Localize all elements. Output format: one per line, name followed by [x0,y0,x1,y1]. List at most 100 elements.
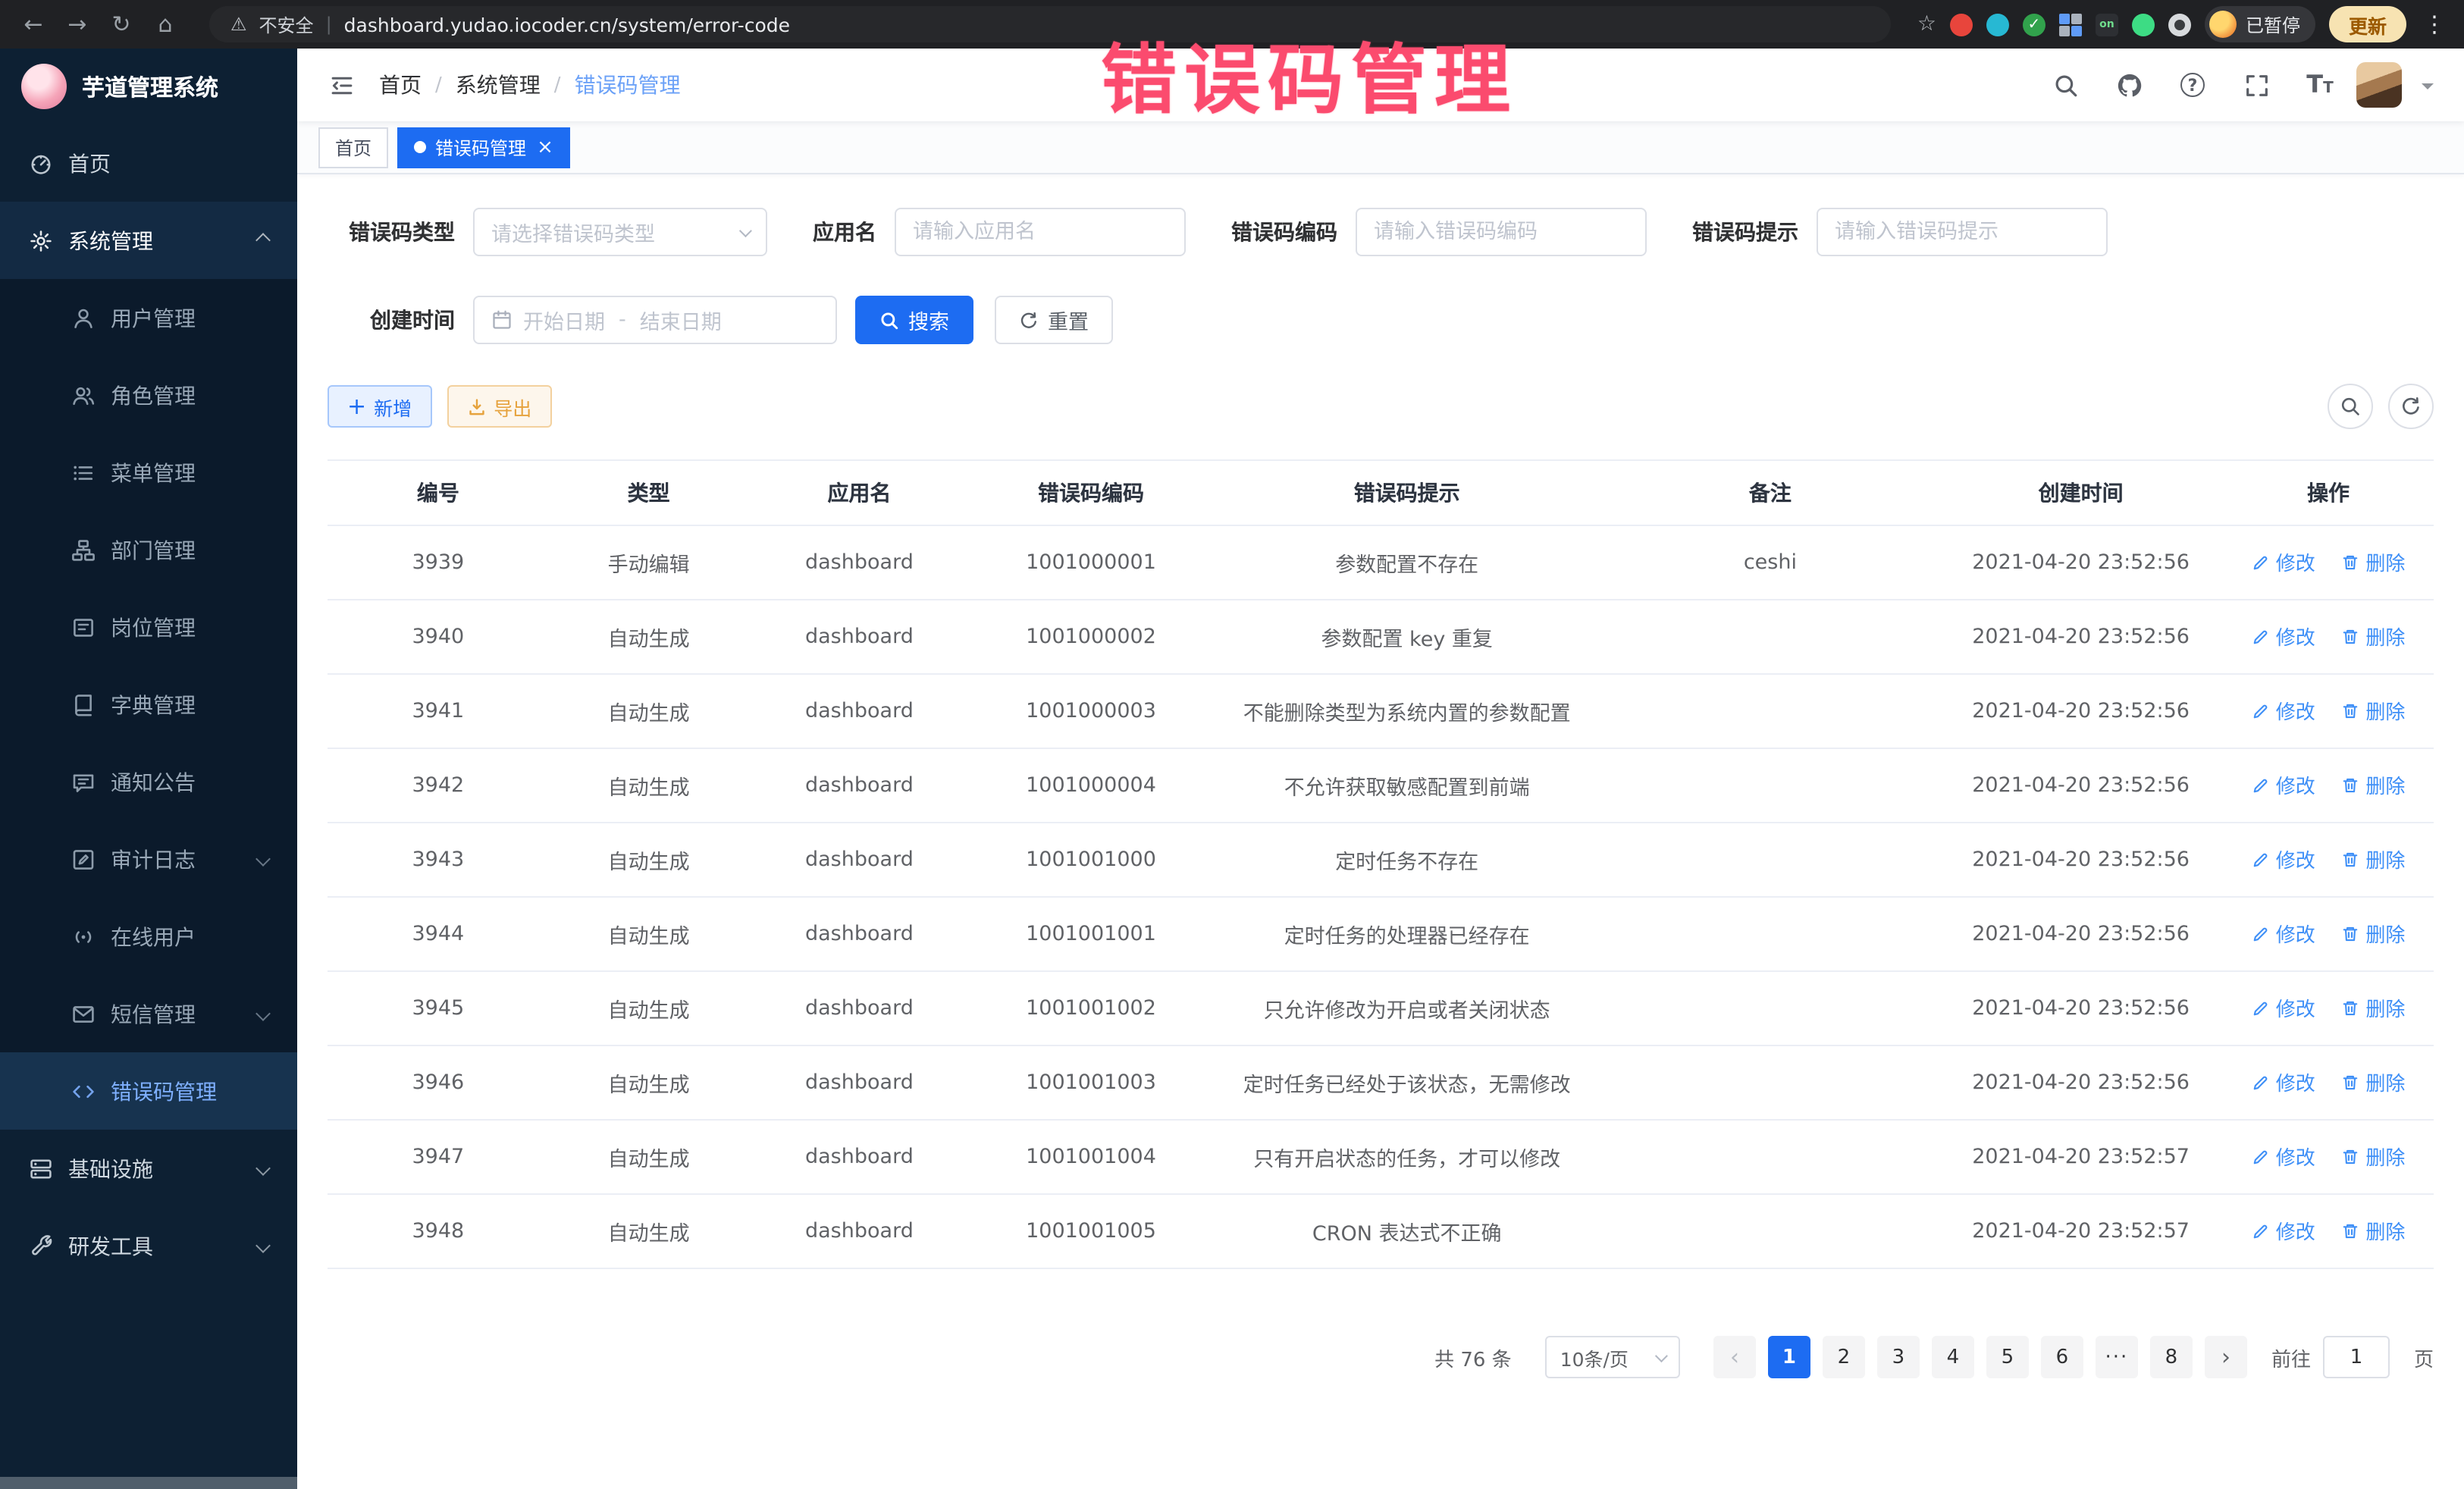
page-button[interactable]: 1 [1768,1336,1810,1378]
edit-link[interactable]: 修改 [2252,622,2315,651]
sidebar-item[interactable]: 首页 [0,124,297,202]
sidebar-item[interactable]: 字典管理 [0,666,297,743]
sidebar-item[interactable]: 通知公告 [0,743,297,820]
chevron-down-icon [739,224,752,237]
page-button[interactable]: ··· [2096,1336,2138,1378]
separator: | [326,14,332,35]
browser-menu-icon[interactable]: ⋮ [2423,11,2446,38]
sidebar-item[interactable]: 研发工具 [0,1207,297,1284]
sidebar-item[interactable]: 部门管理 [0,511,297,588]
edit-link[interactable]: 修改 [2252,845,2315,874]
calendar-icon [491,309,513,331]
browser-refresh-icon[interactable]: ↻ [106,8,136,41]
delete-link[interactable]: 删除 [2341,1217,2405,1246]
app-name-input[interactable] [895,208,1186,256]
sidebar-item[interactable]: 审计日志 [0,820,297,898]
sidebar-item[interactable]: 系统管理 [0,202,297,279]
delete-link[interactable]: 删除 [2341,697,2405,726]
sidebar-item[interactable]: 菜单管理 [0,434,297,511]
browser-profile-chip[interactable]: 已暂停 [2205,6,2315,42]
app-logo[interactable]: 芋道管理系统 [0,49,297,124]
sidebar-item[interactable]: 短信管理 [0,975,297,1052]
help-icon[interactable]: ? [2165,49,2220,121]
edit-link[interactable]: 修改 [2252,548,2315,577]
delete-link[interactable]: 删除 [2341,920,2405,948]
sidebar-item[interactable]: 在线用户 [0,898,297,975]
extension-icon-paw[interactable] [2168,13,2191,36]
view-tab[interactable]: 错误码管理 × [397,127,570,168]
delete-link[interactable]: 删除 [2341,1143,2405,1171]
browser-forward-icon[interactable]: → [62,8,92,41]
address-bar[interactable]: ⚠ 不安全 | dashboard.yudao.iocoder.cn/syste… [209,6,1892,42]
browser-update-button[interactable]: 更新 [2329,6,2406,42]
page-button[interactable]: 5 [1986,1336,2029,1378]
page-button[interactable]: 6 [2041,1336,2083,1378]
jump-page-input[interactable] [2323,1336,2390,1378]
sidebar-item[interactable]: 错误码管理 [0,1052,297,1130]
tab-close-icon[interactable]: × [537,137,553,157]
error-msg-input[interactable] [1817,208,2108,256]
export-button[interactable]: 导出 [447,385,551,428]
edit-link[interactable]: 修改 [2252,994,2315,1023]
delete-link[interactable]: 删除 [2341,845,2405,874]
edit-link[interactable]: 修改 [2252,1143,2315,1171]
user-avatar[interactable] [2356,62,2402,108]
sidebar-toggle-icon[interactable] [321,65,361,105]
next-page-button[interactable]: › [2205,1336,2247,1378]
bookmark-star-icon[interactable]: ☆ [1917,12,1936,36]
delete-link[interactable]: 删除 [2341,622,2405,651]
delete-link[interactable]: 删除 [2341,548,2405,577]
cell-id: 3947 [328,1120,549,1194]
search-button[interactable]: 搜索 [855,296,973,344]
sidebar-item[interactable]: 用户管理 [0,279,297,356]
edit-link[interactable]: 修改 [2252,771,2315,800]
cell-code: 1001000001 [970,525,1212,600]
sidebar-item[interactable]: 岗位管理 [0,588,297,666]
delete-link[interactable]: 删除 [2341,1068,2405,1097]
add-button[interactable]: + 新增 [328,385,431,428]
sidebar-item[interactable]: 基础设施 [0,1130,297,1207]
edit-link[interactable]: 修改 [2252,1068,2315,1097]
extension-icon-check[interactable]: ✓ [2023,13,2045,36]
extension-icon-on[interactable]: on [2096,13,2118,36]
refresh-table-button[interactable] [2388,384,2434,429]
breadcrumb-item[interactable]: 错误码管理 [575,70,681,100]
edit-link[interactable]: 修改 [2252,1217,2315,1246]
github-icon[interactable] [2102,49,2156,121]
edit-link[interactable]: 修改 [2252,920,2315,948]
error-code-input[interactable] [1356,208,1647,256]
page-button[interactable]: 8 [2150,1336,2193,1378]
browser-home-icon[interactable]: ⌂ [150,8,180,41]
extension-icon-green[interactable] [2132,13,2155,36]
delete-link[interactable]: 删除 [2341,994,2405,1023]
browser-back-icon[interactable]: ← [18,8,49,41]
extension-icon-teal[interactable] [1986,13,2009,36]
date-range-picker[interactable]: 开始日期 - 结束日期 [473,296,837,344]
page-button[interactable]: 2 [1823,1336,1865,1378]
page-button[interactable]: 4 [1932,1336,1974,1378]
toggle-search-button[interactable] [2328,384,2373,429]
trash-icon [2341,999,2359,1017]
total-count: 共 76 条 [1434,1343,1512,1371]
pencil-icon [2252,628,2270,646]
page-size-select[interactable]: 10条/页 [1545,1336,1680,1378]
search-icon[interactable] [2038,49,2093,121]
breadcrumb-item[interactable]: 首页 [379,70,422,100]
breadcrumb-item[interactable]: 系统管理 [456,70,541,100]
extension-icon-red[interactable] [1950,13,1973,36]
edit-link[interactable]: 修改 [2252,697,2315,726]
font-size-icon[interactable]: TT [2293,49,2347,121]
sidebar-item[interactable]: 角色管理 [0,356,297,434]
sidebar-collapse-bar[interactable] [0,1477,297,1489]
cell-app: dashboard [749,1194,970,1268]
trash-icon [2341,776,2359,795]
menu-item-label: 岗位管理 [111,612,196,642]
view-tab[interactable]: 首页 [318,127,388,168]
error-type-select[interactable]: 请选择错误码类型 [473,208,767,256]
fullscreen-icon[interactable] [2229,49,2284,121]
extensions-puzzle-icon[interactable] [2059,13,2082,36]
delete-link[interactable]: 删除 [2341,771,2405,800]
prev-page-button[interactable]: ‹ [1713,1336,1756,1378]
page-button[interactable]: 3 [1877,1336,1920,1378]
reset-button[interactable]: 重置 [995,296,1113,344]
